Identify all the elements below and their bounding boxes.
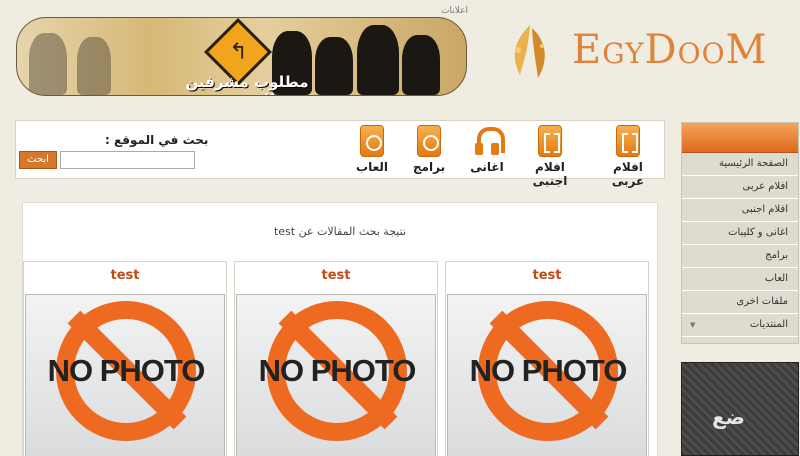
nav-label: افلام عربى xyxy=(611,160,645,188)
search-button[interactable]: ابحث xyxy=(19,151,57,169)
disc-icon xyxy=(360,125,384,157)
film-icon xyxy=(538,125,562,157)
search-input[interactable] xyxy=(60,151,195,169)
sidebar-item-other-files[interactable]: ملفات اخرى xyxy=(682,291,798,314)
no-photo-text: NO PHOTO xyxy=(47,353,206,388)
article-card[interactable]: test NO PHOTO xyxy=(445,261,649,456)
nav-label: اغانى xyxy=(470,160,504,174)
article-card[interactable]: test NO PHOTO xyxy=(234,261,438,456)
sidebar-item-home[interactable]: الصفحة الرئيسية xyxy=(682,153,798,176)
results-heading: نتيجة بحث المقالات عن test xyxy=(273,225,407,238)
logo-art-icon xyxy=(514,25,545,78)
search-title: بحث في الموقع : xyxy=(105,133,209,147)
no-photo-text: NO PHOTO xyxy=(258,353,417,388)
sidebar-ad-text: ضع xyxy=(712,405,745,429)
sidebar-item-programs[interactable]: برامج xyxy=(682,245,798,268)
nav-label: العاب xyxy=(356,160,388,174)
nav-item-games[interactable]: العاب xyxy=(342,125,402,174)
article-card[interactable]: test NO PHOTO xyxy=(23,261,227,456)
sidebar-ad[interactable]: ضع xyxy=(681,362,799,456)
sidebar-item-songs-clips[interactable]: اغانى و كليبات xyxy=(682,222,798,245)
banner-text: مطلوب مشرفين للمنتدى xyxy=(185,73,309,95)
sidebar-item-foreign-movies[interactable]: افلام اجنبى xyxy=(682,199,798,222)
card-title[interactable]: test xyxy=(235,268,437,283)
sidebar-item-forums[interactable]: المنتديات ▼ xyxy=(682,314,798,337)
chevron-down-icon: ▼ xyxy=(690,321,696,329)
card-title[interactable]: test xyxy=(24,268,226,283)
nav-label: افلام اجنبى xyxy=(532,160,568,188)
ads-label: اعلانات xyxy=(441,6,468,16)
main-nav: افلام عربى افلام اجنبى اغانى برامج العاب xyxy=(15,120,665,188)
no-photo-image[interactable]: NO PHOTO xyxy=(25,294,225,456)
card-title[interactable]: test xyxy=(446,268,648,283)
nav-label: برامج xyxy=(412,160,446,174)
nav-item-foreign-movies[interactable]: افلام اجنبى xyxy=(520,125,580,188)
sidebar-item-games[interactable]: العاب xyxy=(682,268,798,291)
sidebar-item-arabic-movies[interactable]: افلام عربى xyxy=(682,176,798,199)
headphones-icon xyxy=(475,125,505,157)
no-photo-image[interactable]: NO PHOTO xyxy=(447,294,647,456)
site-logo[interactable]: EgyDooM xyxy=(572,27,768,73)
search-results: نتيجة بحث المقالات عن test test NO PHOTO… xyxy=(22,202,658,456)
sidebar-header xyxy=(682,123,798,153)
nav-item-programs[interactable]: برامج xyxy=(399,125,459,174)
film-icon xyxy=(616,125,640,157)
nav-item-arabic-movies[interactable]: افلام عربى xyxy=(598,125,658,188)
no-photo-text: NO PHOTO xyxy=(469,353,628,388)
sidebar-menu: الصفحة الرئيسية افلام عربى افلام اجنبى ا… xyxy=(681,122,799,344)
nav-item-songs[interactable]: اغانى xyxy=(457,125,517,174)
banner-ad[interactable]: ↰ مطلوب مشرفين للمنتدى xyxy=(16,17,467,96)
disc-icon xyxy=(417,125,441,157)
no-photo-image[interactable]: NO PHOTO xyxy=(236,294,436,456)
sidebar-item-label: المنتديات xyxy=(749,319,788,330)
